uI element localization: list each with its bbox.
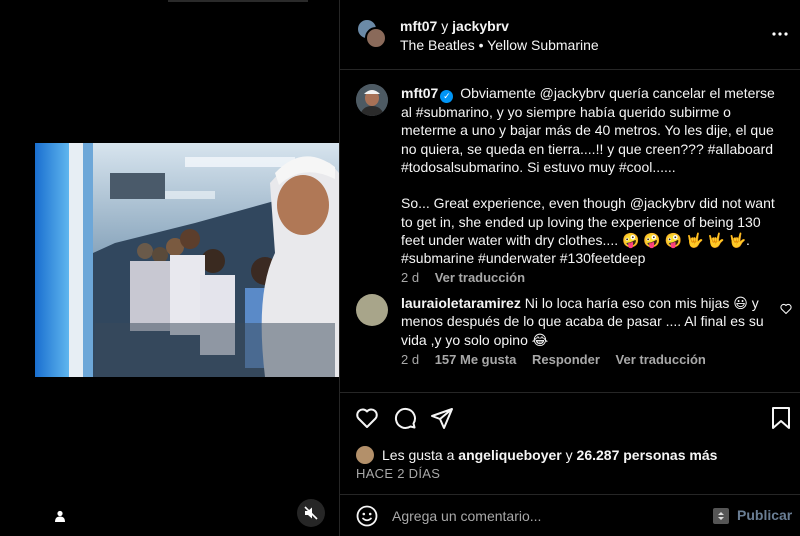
comment-icon[interactable] [392, 405, 418, 431]
audio-link[interactable]: The Beatles • Yellow Submarine [400, 37, 599, 53]
avatar[interactable] [356, 294, 388, 326]
action-bar [340, 392, 800, 442]
media-pane [18, 0, 339, 536]
post-authors: mft07 y jackybrv [400, 18, 509, 34]
likes-prefix: Les gusta a [382, 447, 455, 463]
reply-button[interactable]: Responder [532, 352, 600, 367]
top-strip [168, 0, 308, 2]
user-tag-icon[interactable] [50, 506, 70, 526]
more-horizontal-icon[interactable] [768, 24, 792, 44]
post-button[interactable]: Publicar [737, 507, 792, 523]
comment-time[interactable]: 2 d [401, 352, 419, 367]
comment-username[interactable]: lauraioletaramirez [401, 295, 521, 311]
caption-body-en: So... Great experience, even though @jac… [401, 195, 775, 267]
translate-link[interactable]: Ver traducción [435, 270, 525, 285]
comment-heart-icon[interactable] [780, 302, 794, 316]
text-format-icon[interactable] [713, 508, 729, 524]
caption-meta: 2 d Ver traducción [401, 270, 537, 285]
comment-meta: 2 d 157 Me gusta Responder Ver traducció… [401, 352, 718, 367]
likes-middle: y [565, 447, 573, 463]
avatar [356, 446, 374, 464]
translate-link[interactable]: Ver traducción [616, 352, 706, 367]
bookmark-icon[interactable] [768, 405, 794, 431]
caption-time[interactable]: 2 d [401, 270, 419, 285]
side-pane: mft07 y jackybrv The Beatles • Yellow Su… [339, 0, 800, 536]
likes-summary[interactable]: Les gusta a angeliqueboyer y 26.287 pers… [356, 445, 717, 465]
comment-text: lauraioletaramirez Ni lo loca haría eso … [401, 294, 771, 349]
caption-text: mft07 ✓ Obviamente @jackybrv quería cance… [401, 84, 786, 268]
verified-badge-icon: ✓ [440, 90, 454, 103]
caption-username[interactable]: mft07 [401, 85, 438, 101]
avatar[interactable] [365, 27, 387, 49]
share-icon[interactable] [429, 405, 455, 431]
likes-user[interactable]: angeliqueboyer [458, 447, 561, 463]
emoji-icon[interactable] [356, 505, 378, 527]
post-time[interactable]: HACE 2 DÍAS [356, 466, 440, 481]
author-conjunction: y [441, 18, 449, 34]
comment-likes[interactable]: 157 Me gusta [435, 352, 517, 367]
caption-body: Obviamente @jackybrv quería cancelar el … [401, 85, 775, 175]
comments-list[interactable]: mft07 ✓ Obviamente @jackybrv quería cance… [340, 71, 800, 391]
avatar[interactable] [356, 84, 388, 116]
post-photo[interactable] [35, 143, 339, 377]
heart-icon[interactable] [354, 405, 380, 431]
comment-input[interactable] [392, 505, 702, 527]
post-header: mft07 y jackybrv The Beatles • Yellow Su… [340, 0, 800, 70]
add-comment-bar: Publicar [340, 494, 800, 536]
muted-speaker-icon[interactable] [297, 499, 325, 527]
author-link[interactable]: mft07 [400, 18, 437, 34]
likes-count[interactable]: 26.287 personas más [577, 447, 718, 463]
author-link[interactable]: jackybrv [452, 18, 509, 34]
